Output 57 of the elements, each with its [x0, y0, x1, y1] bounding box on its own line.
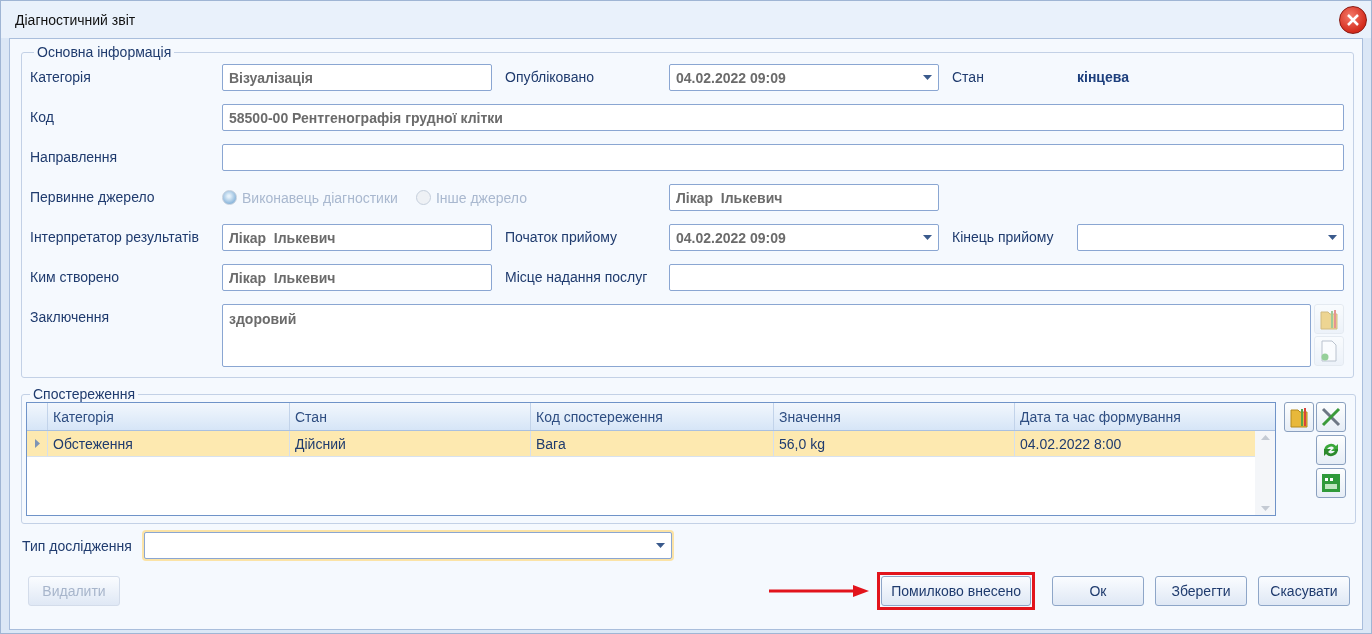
field-label: Заключення	[30, 308, 110, 325]
table-button[interactable]	[1316, 468, 1346, 498]
column-header[interactable]: Код спостереження	[530, 403, 773, 430]
table-cell: Вага	[530, 431, 773, 456]
column-header[interactable]: Значення	[773, 403, 1014, 430]
dropdown-caret-icon[interactable]	[923, 235, 932, 240]
created-by-field[interactable]: Лікар Ількевич	[222, 264, 492, 291]
field-label: Категорія	[30, 68, 92, 85]
field-label: Тип дослідження	[22, 537, 132, 554]
folder-button[interactable]	[1284, 402, 1314, 432]
field-label: Початок прийому	[505, 228, 618, 245]
field-label: Код	[30, 108, 55, 125]
document-icon	[1320, 340, 1338, 362]
published-date-dropdown[interactable]: 04.02.2022 09:09	[669, 64, 939, 91]
dialog-button[interactable]: Зберегти	[1155, 576, 1247, 606]
refresh-button[interactable]	[1316, 435, 1346, 465]
status-value: кінцева	[1077, 68, 1130, 85]
table-cell: 56,0 kg	[773, 431, 1014, 456]
dropdown-caret-icon[interactable]	[1328, 235, 1337, 240]
dialog-button[interactable]: Помилково внесено	[881, 576, 1031, 606]
service-place-field[interactable]	[669, 264, 1344, 291]
conclusion-textarea[interactable]: здоровий	[222, 304, 1311, 367]
column-header[interactable]: Стан	[289, 403, 530, 430]
category-field[interactable]: Візуалізація	[222, 64, 492, 91]
window-title: Діагностичний звіт	[15, 11, 136, 28]
code-field[interactable]: 58500-00 Рентгенографія грудної клітки	[222, 104, 1344, 131]
visit-start-dropdown[interactable]: 04.02.2022 09:09	[669, 224, 939, 251]
tools-icon	[1320, 406, 1342, 428]
folder-icon	[1319, 308, 1339, 330]
field-label: Стан	[952, 68, 985, 85]
field-label: Опубліковано	[505, 68, 595, 85]
column-header[interactable]: Категорія	[47, 403, 289, 430]
dialog-button[interactable]: Скасувати	[1258, 576, 1350, 606]
field-label: Місце надання послуг	[505, 268, 649, 285]
dropdown-caret-icon[interactable]	[923, 75, 932, 80]
row-pointer-icon	[34, 439, 40, 448]
section-title: Основна інформація	[36, 44, 173, 60]
field-label: Інтерпретатор результатів	[30, 228, 200, 245]
field-label: Ким створено	[30, 268, 121, 285]
close-button[interactable]	[1339, 5, 1367, 34]
field-label: Первинне джерело	[30, 188, 156, 205]
table-cell: Обстеження	[47, 431, 289, 456]
folder-icon	[1289, 406, 1309, 428]
tools-button[interactable]	[1316, 402, 1346, 432]
table-cell: Дійсний	[289, 431, 530, 456]
field-label: Кінець прийому	[952, 228, 1055, 245]
table-icon	[1321, 473, 1341, 493]
column-header[interactable]: Дата та час формування	[1014, 403, 1255, 430]
section-title: Спостереження	[32, 386, 137, 402]
close-icon	[1347, 13, 1359, 26]
field-label: Направлення	[30, 148, 119, 165]
referral-field[interactable]	[222, 144, 1344, 171]
interpreter-field[interactable]: Лікар Ількевич	[222, 224, 492, 251]
table-row[interactable]: Обстеження Дійсний Вага 56,0 kg 04.02.2022 8:00	[27, 431, 1255, 457]
source-field[interactable]: Лікар Ількевич	[669, 184, 939, 211]
dialog-button[interactable]: Ок	[1052, 576, 1144, 606]
dropdown-caret-icon[interactable]	[655, 543, 665, 548]
